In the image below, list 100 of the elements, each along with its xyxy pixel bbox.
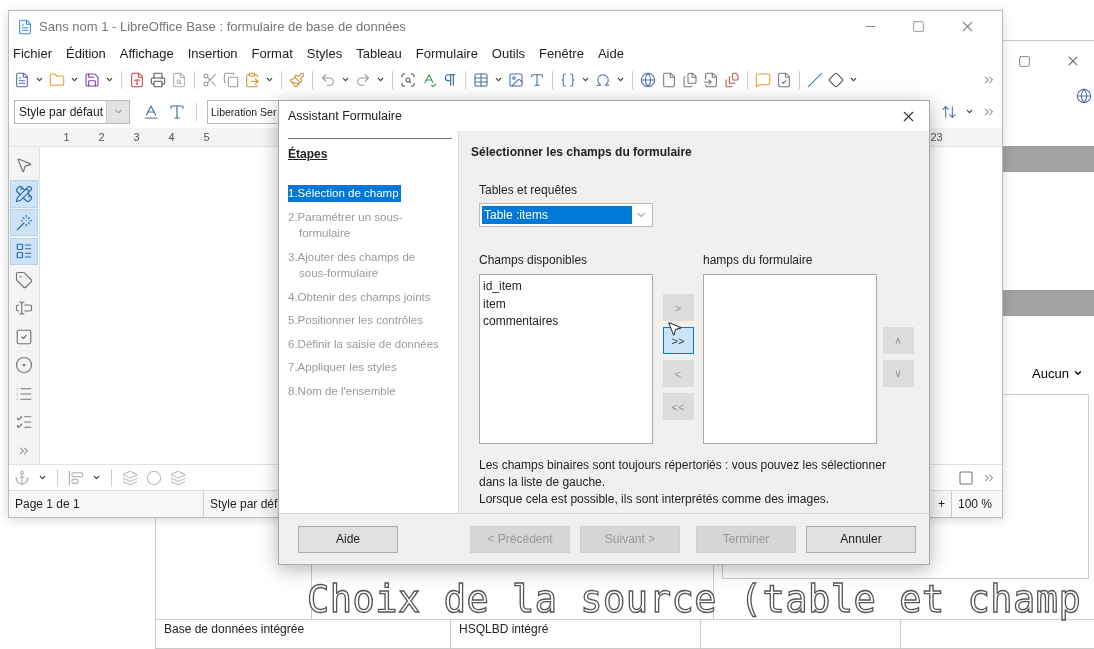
caret-icon[interactable] <box>965 107 974 116</box>
dialog-button[interactable]: Aide <box>298 525 398 553</box>
copy-icon[interactable] <box>223 71 239 88</box>
braces-icon[interactable] <box>560 71 576 88</box>
pages-icon[interactable] <box>682 71 698 88</box>
zoom-in-button[interactable]: + <box>931 491 952 517</box>
search-icon[interactable] <box>400 71 416 88</box>
file-search-icon[interactable] <box>171 71 187 88</box>
available-fields-list[interactable]: id_item item commentaires <box>479 274 653 444</box>
omega-icon[interactable] <box>595 71 611 88</box>
ruler-number: 3 <box>132 131 141 143</box>
file-arrow-icon[interactable] <box>703 71 719 88</box>
page-icon[interactable] <box>661 71 677 88</box>
menu-item[interactable]: Affichage <box>119 45 174 61</box>
caret-icon[interactable] <box>341 75 350 84</box>
printer-icon[interactable] <box>150 71 166 88</box>
comment-icon[interactable] <box>755 71 771 88</box>
ruler-number: 1 <box>62 131 71 143</box>
status-text: HSQLBD intégré <box>451 620 701 648</box>
square-icon[interactable] <box>958 469 974 486</box>
mouse-cursor-icon <box>666 320 683 337</box>
menu-item[interactable]: Formulaire <box>415 45 478 61</box>
pointer-icon[interactable] <box>15 156 33 175</box>
menu-item[interactable]: Fenêtre <box>539 45 584 61</box>
status-text: Page 1 de 1 <box>9 491 204 517</box>
caret-icon[interactable] <box>105 75 114 84</box>
line-spacing-icon[interactable] <box>941 103 957 120</box>
image-icon[interactable] <box>508 71 524 88</box>
menu-item[interactable]: Outils <box>491 45 526 61</box>
paragraph-style-field[interactable]: Style par défaut <box>14 99 130 124</box>
window-title: Sans nom 1 - LibreOffice Base : formulaire de base de données <box>39 19 407 34</box>
list-item[interactable]: item <box>483 295 649 313</box>
ruler-pencil-icon[interactable] <box>15 185 33 203</box>
maximize-icon[interactable] <box>912 20 925 33</box>
radio-button-icon[interactable] <box>15 356 33 375</box>
file-icon[interactable] <box>129 71 145 88</box>
section-heading: Sélectionner les champs du formulaire <box>471 145 693 159</box>
font-icon[interactable] <box>168 102 186 121</box>
list-item[interactable]: id_item <box>483 278 649 296</box>
text-icon[interactable] <box>529 71 545 88</box>
menu-item[interactable]: Styles <box>306 45 343 61</box>
menu-item[interactable]: Édition <box>66 45 106 61</box>
ruler-number: 23 <box>929 131 944 143</box>
document-icon[interactable] <box>14 71 30 88</box>
table-icon[interactable] <box>473 71 489 88</box>
brush-icon[interactable] <box>289 71 305 88</box>
folder-icon[interactable] <box>49 71 65 88</box>
list-item[interactable]: commentaires <box>483 313 649 331</box>
diamond-icon[interactable] <box>828 71 844 88</box>
tag-icon[interactable] <box>15 270 33 289</box>
caret-icon[interactable] <box>494 75 503 84</box>
clipboard-icon[interactable] <box>244 71 260 88</box>
file-check-icon[interactable] <box>776 71 792 88</box>
field-label: Tables et requêtes <box>479 183 579 197</box>
ruler-number: 5 <box>202 131 211 143</box>
document-icon[interactable] <box>17 18 33 35</box>
globe-icon[interactable] <box>640 71 656 88</box>
menu-item[interactable]: Format <box>251 45 293 61</box>
caret-icon[interactable] <box>849 75 858 84</box>
info-text: Lorsque cela est possible, ils sont interprétés comme des images. <box>479 491 831 508</box>
table-select[interactable]: Table :items <box>479 203 653 227</box>
globe-icon[interactable] <box>1076 88 1092 104</box>
caret-icon[interactable] <box>35 75 44 84</box>
caret-icon[interactable] <box>616 75 625 84</box>
file-stack-icon[interactable] <box>724 71 740 88</box>
menu-item[interactable]: Fichier <box>13 45 52 61</box>
video-caption: Choix de la source (table et champ <box>307 578 1082 621</box>
align-icon[interactable] <box>68 469 84 486</box>
caret-icon[interactable] <box>38 473 47 482</box>
step-item[interactable]: 1.Sélection de champ <box>288 185 401 202</box>
dropdown-button[interactable]: Aucun <box>1032 364 1083 382</box>
menu-item[interactable]: Aide <box>597 45 624 61</box>
text-field-icon[interactable] <box>15 299 33 318</box>
pilcrow-icon[interactable] <box>442 71 458 88</box>
maximize-icon[interactable] <box>1018 54 1031 68</box>
redo-icon[interactable] <box>355 71 371 88</box>
menu-item[interactable]: Insertion <box>187 45 238 61</box>
caret-icon[interactable] <box>70 75 79 84</box>
caret-icon[interactable] <box>581 75 590 84</box>
zoom-level: 100 % <box>956 496 993 513</box>
ruler-number: 2 <box>97 131 106 143</box>
checkbox-icon[interactable] <box>15 327 33 346</box>
line-icon[interactable] <box>807 71 823 88</box>
caret-icon[interactable] <box>265 75 274 84</box>
menu-item[interactable]: Tableau <box>356 45 402 61</box>
ruler-number: 4 <box>167 131 176 143</box>
wand-icon[interactable] <box>15 213 33 232</box>
undo-icon[interactable] <box>320 71 336 88</box>
caret-icon[interactable] <box>376 75 385 84</box>
form-fields-list[interactable] <box>703 274 877 444</box>
spellcheck-icon[interactable] <box>421 71 437 88</box>
steps-heading: Étapes <box>288 147 329 161</box>
scissors-icon[interactable] <box>202 71 218 88</box>
form-icon[interactable] <box>15 242 33 261</box>
dialog-button[interactable]: Annuler <box>806 525 916 553</box>
anchor-icon[interactable] <box>14 469 30 486</box>
caret-icon[interactable] <box>1072 368 1083 378</box>
info-text: Les champs binaires sont toujours répertoriés : vous pouvez les sélectionner dans la liste de gauche. <box>479 457 887 491</box>
move-button[interactable]: >> <box>662 327 694 354</box>
caret-icon[interactable] <box>92 473 101 482</box>
